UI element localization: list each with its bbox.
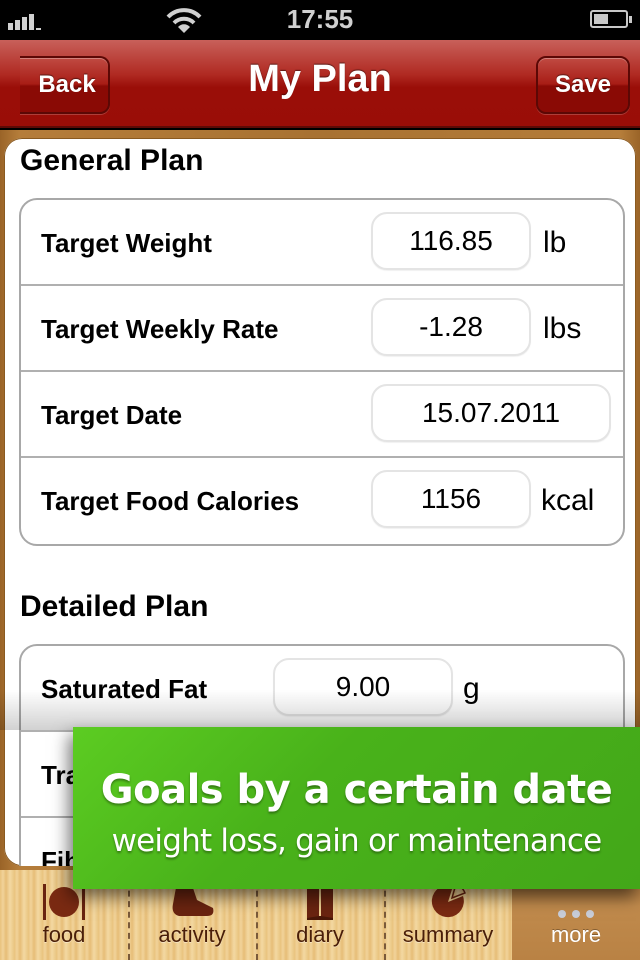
target-food-calories-row: Target Food Calories 1156 kcal [21, 458, 623, 544]
target-date-row: Target Date 15.07.2011 [21, 372, 623, 458]
status-bar: 17:55 [0, 0, 640, 40]
tab-food-label: food [42, 922, 86, 947]
target-date-input[interactable]: 15.07.2011 [371, 384, 611, 442]
target-food-calories-label: Target Food Calories [41, 486, 300, 516]
status-time: 17:55 [286, 4, 354, 34]
promo-banner: Goals by a certain date weight loss, gai… [73, 727, 640, 889]
detailed-plan-title: Detailed Plan [20, 590, 209, 623]
target-date-label: Target Date [41, 400, 183, 430]
navigation-bar: Back My Plan Save [0, 40, 640, 128]
banner-shadow [0, 690, 640, 730]
battery-level [594, 14, 608, 24]
target-weight-input[interactable]: 116.85 [371, 212, 531, 270]
banner-title: Goals by a certain date [100, 767, 613, 813]
general-plan-title: General Plan [20, 144, 204, 177]
tab-more-label: more [550, 922, 602, 947]
target-weekly-rate-row: Target Weekly Rate -1.28 lbs [21, 286, 623, 372]
save-button[interactable]: Save [536, 56, 630, 114]
battery-icon [590, 10, 632, 28]
target-weekly-rate-label: Target Weekly Rate [41, 314, 279, 344]
tab-activity-label: activity [158, 922, 226, 947]
banner-subtitle: weight loss, gain or maintenance [111, 823, 603, 859]
target-weight-unit: lb [543, 226, 567, 259]
target-food-calories-input[interactable]: 1156 [371, 470, 531, 528]
general-plan-group: Target Weight 116.85 lb Target Weekly Ra… [19, 198, 625, 546]
target-food-calories-unit: kcal [541, 484, 595, 517]
tab-diary-label: diary [296, 922, 344, 947]
target-weekly-rate-input[interactable]: -1.28 [371, 298, 531, 356]
target-weekly-rate-unit: lbs [543, 312, 582, 345]
target-weight-label: Target Weight [41, 228, 212, 258]
tab-summary-label: summary [402, 922, 494, 947]
back-button-label: Back [38, 71, 96, 98]
target-weight-row: Target Weight 116.85 lb [21, 200, 623, 286]
